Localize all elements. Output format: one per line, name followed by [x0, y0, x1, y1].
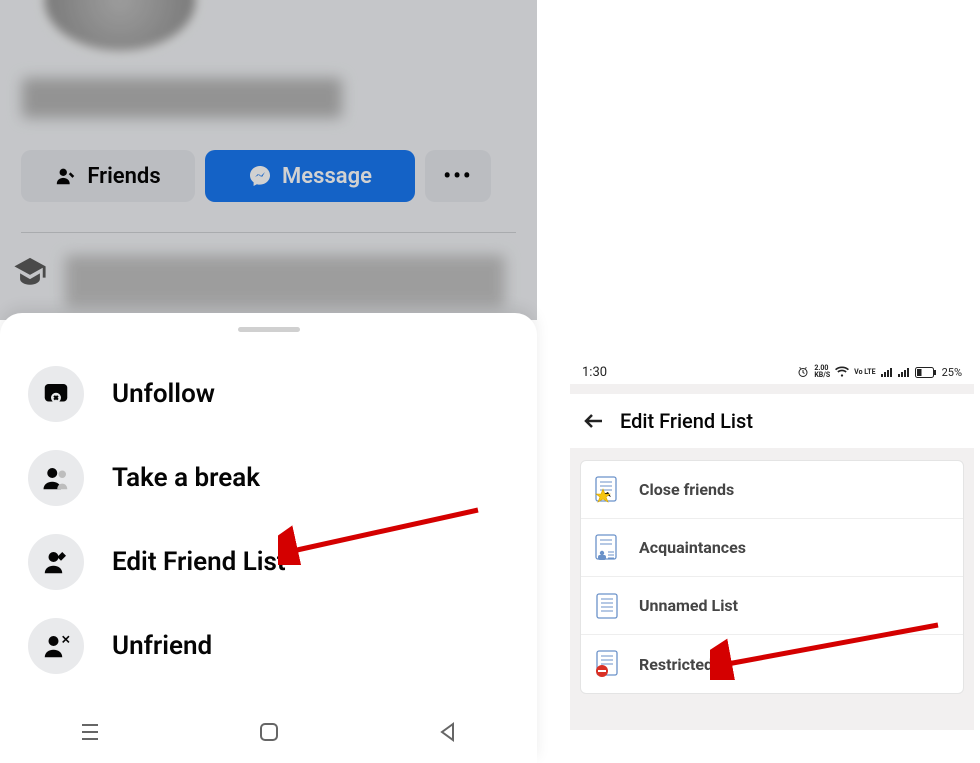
unfriend-icon: ✕	[28, 618, 84, 674]
nav-recents-icon[interactable]	[78, 722, 102, 742]
take-a-break-label: Take a break	[112, 463, 260, 493]
restricted-label: Restricted	[639, 655, 713, 674]
profile-info-blurred	[65, 255, 505, 307]
status-time: 1:30	[582, 365, 607, 380]
phone-screenshot-friends-menu: Friends Message •••	[0, 0, 537, 763]
wifi-icon	[835, 366, 849, 378]
svg-text:✕: ✕	[61, 634, 70, 647]
alarm-icon	[797, 366, 809, 378]
signal-icon-2	[898, 367, 910, 377]
status-bar: 1:30 2.00 KB/S Vo LTE 25%	[570, 360, 974, 384]
acquaintances-icon	[591, 532, 623, 564]
android-nav-bar	[0, 701, 537, 763]
edit-friend-list-title: Edit Friend List	[620, 409, 753, 433]
edit-friend-list-label: Edit Friend List	[112, 547, 286, 577]
profile-info-row	[13, 255, 505, 307]
take-a-break-item[interactable]: Take a break	[0, 436, 537, 520]
close-friends-item[interactable]: Close friends	[581, 461, 963, 519]
close-friends-label: Close friends	[639, 480, 734, 499]
unfollow-item[interactable]: Unfollow	[0, 352, 537, 436]
status-lte: Vo LTE	[854, 369, 875, 376]
unnamed-list-item[interactable]: Unnamed List	[581, 577, 963, 635]
message-button[interactable]: Message	[205, 150, 415, 202]
friend-lists-container: Close friends Acquaintances Unnamed List…	[580, 460, 964, 694]
friends-button[interactable]: Friends	[21, 150, 195, 202]
status-battery-pct: 25%	[942, 366, 962, 379]
profile-avatar-blurred	[40, 0, 200, 55]
divider	[21, 232, 516, 233]
phone-screenshot-edit-friend-list: 1:30 2.00 KB/S Vo LTE 25%	[570, 360, 974, 730]
restricted-item[interactable]: Restricted	[581, 635, 963, 693]
education-icon	[13, 255, 47, 289]
unnamed-list-icon	[591, 590, 623, 622]
dimmed-profile-background: Friends Message •••	[0, 0, 537, 320]
profile-name-blurred	[22, 78, 342, 118]
back-icon[interactable]	[582, 409, 606, 433]
friends-icon	[55, 165, 77, 187]
message-button-label: Message	[282, 164, 372, 189]
unfollow-icon	[28, 366, 84, 422]
profile-action-row: Friends Message •••	[21, 150, 491, 202]
edit-friend-list-icon	[28, 534, 84, 590]
close-friends-icon	[591, 474, 623, 506]
friends-options-sheet: Unfollow Take a break Edit Friend List ✕…	[0, 313, 537, 763]
acquaintances-item[interactable]: Acquaintances	[581, 519, 963, 577]
take-a-break-icon	[28, 450, 84, 506]
messenger-icon	[248, 164, 272, 188]
restricted-icon	[591, 648, 623, 680]
signal-icon-1	[881, 367, 893, 377]
unnamed-list-label: Unnamed List	[639, 596, 738, 615]
battery-icon	[915, 367, 937, 378]
unfriend-label: Unfriend	[112, 631, 212, 661]
nav-back-icon[interactable]	[437, 721, 459, 743]
friends-button-label: Friends	[87, 164, 160, 189]
sheet-grabber[interactable]	[238, 327, 300, 332]
status-icons: 2.00 KB/S Vo LTE 25%	[797, 365, 962, 379]
unfriend-item[interactable]: ✕ Unfriend	[0, 604, 537, 688]
acquaintances-label: Acquaintances	[639, 538, 746, 557]
edit-friend-list-item[interactable]: Edit Friend List	[0, 520, 537, 604]
more-icon: •••	[443, 164, 472, 189]
status-kbps-unit: KB/S	[814, 372, 830, 379]
unfollow-label: Unfollow	[112, 379, 215, 409]
more-options-button[interactable]: •••	[425, 150, 491, 202]
edit-friend-list-header: Edit Friend List	[570, 394, 974, 448]
nav-home-icon[interactable]	[258, 721, 280, 743]
